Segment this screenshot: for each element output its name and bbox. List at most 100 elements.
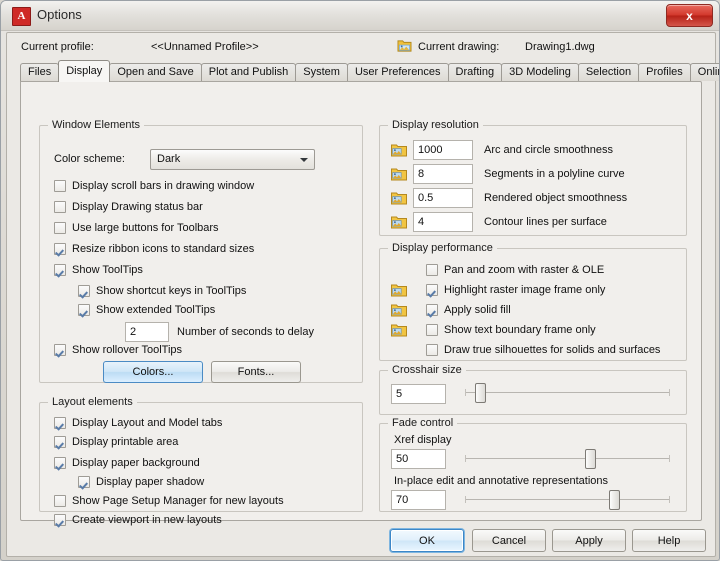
checkbox-box-icon	[426, 264, 438, 276]
xref-display-input[interactable]	[391, 449, 446, 469]
inplace-edit-slider[interactable]	[465, 490, 670, 510]
checkbox-label: Show shortcut keys in ToolTips	[96, 285, 247, 297]
input-segments-in-a-polyline-curve[interactable]	[413, 164, 473, 184]
group-layout-elements: Layout elements Display Layout and Model…	[39, 396, 363, 526]
color-scheme-label: Color scheme:	[54, 153, 125, 165]
checkbox-label: Show extended ToolTips	[96, 304, 216, 316]
checkbox-label: Pan and zoom with raster & OLE	[444, 264, 605, 276]
options-dialog: A Options x Current profile: <<Unnamed P…	[0, 0, 720, 561]
checkbox-box-icon	[54, 344, 66, 356]
checkbox-display-paper-background[interactable]: Display paper background	[54, 457, 200, 469]
tab-strip: Files Display Open and Save Plot and Publis…	[20, 60, 719, 82]
crosshair-size-input[interactable]	[391, 384, 446, 404]
checkbox-box-icon	[426, 284, 438, 296]
drawing-setting-icon	[391, 168, 407, 181]
checkbox-show-page-setup-manager-for-new-layouts[interactable]: Show Page Setup Manager for new layouts	[54, 495, 284, 507]
tooltip-delay-input[interactable]	[125, 322, 169, 342]
group-title-layout-elements: Layout elements	[48, 396, 137, 408]
checkbox-apply-solid-fill[interactable]: Apply solid fill	[426, 304, 511, 316]
checkbox-show-rollover-tooltips[interactable]: Show rollover ToolTips	[54, 344, 182, 356]
checkbox-box-icon	[54, 243, 66, 255]
tab-user-preferences[interactable]: User Preferences	[346, 63, 449, 81]
checkbox-box-icon	[426, 304, 438, 316]
tab-display[interactable]: Display	[58, 60, 111, 82]
current-profile-value: <<Unnamed Profile>>	[151, 41, 259, 53]
checkbox-box-icon	[54, 495, 66, 507]
inplace-edit-input[interactable]	[391, 490, 446, 510]
current-drawing-icon	[397, 40, 412, 52]
inplace-edit-label: In-place edit and annotative representat…	[394, 475, 609, 487]
checkbox-label: Show ToolTips	[72, 264, 143, 276]
checkbox-box-icon	[78, 476, 90, 488]
checkbox-label: Draw true silhouettes for solids and sur…	[444, 344, 661, 356]
checkbox-display-paper-shadow[interactable]: Display paper shadow	[78, 476, 204, 488]
color-scheme-select[interactable]: Dark	[150, 149, 315, 170]
colors-button[interactable]: Colors...	[103, 361, 203, 383]
checkbox-box-icon	[54, 264, 66, 276]
slider-thumb[interactable]	[608, 490, 620, 510]
checkbox-label: Resize ribbon icons to standard sizes	[72, 243, 255, 255]
tab-profiles[interactable]: Profiles	[638, 63, 691, 81]
checkbox-label: Display Layout and Model tabs	[72, 417, 223, 429]
close-icon[interactable]: x	[666, 4, 713, 27]
slider-thumb[interactable]	[474, 383, 486, 403]
fonts-button[interactable]: Fonts...	[211, 361, 301, 383]
crosshair-size-slider[interactable]	[465, 383, 670, 403]
checkbox-highlight-raster-image-frame-only[interactable]: Highlight raster image frame only	[426, 284, 605, 296]
tab-3d-modeling[interactable]: 3D Modeling	[501, 63, 579, 81]
xref-display-slider[interactable]	[465, 449, 670, 469]
tab-selection[interactable]: Selection	[577, 63, 640, 81]
label-segments-in-a-polyline-curve: Segments in a polyline curve	[484, 168, 625, 180]
checkbox-box-icon	[54, 417, 66, 429]
xref-display-label: Xref display	[394, 434, 452, 446]
slider-tick-right	[669, 455, 670, 462]
group-display-resolution: Display resolution Arc and circle smooth…	[379, 119, 687, 236]
apply-button[interactable]: Apply	[552, 529, 626, 552]
drawing-setting-icon	[391, 192, 407, 205]
checkbox-label: Show rollover ToolTips	[72, 344, 183, 356]
checkbox-label: Apply solid fill	[444, 304, 511, 316]
profile-row: Current profile: <<Unnamed Profile>> Cur…	[7, 33, 715, 60]
tooltip-delay-label: Number of seconds to delay	[177, 326, 314, 338]
input-rendered-object-smoothness[interactable]	[413, 188, 473, 208]
chevron-down-icon	[295, 151, 313, 168]
input-contour-lines-per-surface[interactable]	[413, 212, 473, 232]
tab-plot-and-publish[interactable]: Plot and Publish	[200, 63, 297, 81]
checkbox-pan-and-zoom-with-raster-ole[interactable]: Pan and zoom with raster & OLE	[426, 264, 604, 276]
checkbox-box-icon	[54, 436, 66, 448]
checkbox-label: Use large buttons for Toolbars	[72, 222, 219, 234]
tab-system[interactable]: System	[295, 63, 348, 81]
checkbox-box-icon	[54, 457, 66, 469]
slider-track	[465, 499, 670, 500]
checkbox-box-icon	[54, 180, 66, 192]
checkbox-show-tooltips[interactable]: Show ToolTips	[54, 264, 143, 276]
dialog-button-bar: OK Cancel Apply Help	[7, 525, 715, 556]
checkbox-show-text-boundary-frame-only[interactable]: Show text boundary frame only	[426, 324, 596, 336]
autocad-a-icon: A	[12, 7, 31, 26]
checkbox-display-layout-and-model-tabs[interactable]: Display Layout and Model tabs	[54, 417, 222, 429]
tab-open-and-save[interactable]: Open and Save	[109, 63, 202, 81]
tab-files[interactable]: Files	[20, 63, 60, 81]
tab-online[interactable]: Online	[689, 63, 719, 81]
input-arc-and-circle-smoothness[interactable]	[413, 140, 473, 160]
checkbox-display-scroll-bars-in-drawing-window[interactable]: Display scroll bars in drawing window	[54, 180, 254, 192]
slider-tick-left	[465, 496, 466, 503]
checkbox-label: Display paper background	[72, 457, 200, 469]
checkbox-use-large-buttons-for-toolbars[interactable]: Use large buttons for Toolbars	[54, 222, 219, 234]
cancel-button[interactable]: Cancel	[472, 529, 546, 552]
group-fade-control: Fade control Xref display In-place edit …	[379, 417, 687, 512]
help-button[interactable]: Help	[632, 529, 706, 552]
checkbox-display-drawing-status-bar[interactable]: Display Drawing status bar	[54, 201, 203, 213]
group-title-display-resolution: Display resolution	[388, 119, 483, 131]
tab-drafting[interactable]: Drafting	[447, 63, 503, 81]
checkbox-show-extended-tooltips[interactable]: Show extended ToolTips	[78, 304, 215, 316]
checkbox-label: Highlight raster image frame only	[444, 284, 606, 296]
slider-thumb[interactable]	[585, 449, 597, 469]
checkbox-box-icon	[78, 285, 90, 297]
checkbox-draw-true-silhouettes-for-solids-and-surfaces[interactable]: Draw true silhouettes for solids and sur…	[426, 344, 660, 356]
checkbox-display-printable-area[interactable]: Display printable area	[54, 436, 178, 448]
checkbox-show-shortcut-keys-in-tooltips[interactable]: Show shortcut keys in ToolTips	[78, 285, 246, 297]
ok-button[interactable]: OK	[390, 529, 464, 552]
checkbox-resize-ribbon-icons-to-standard-sizes[interactable]: Resize ribbon icons to standard sizes	[54, 243, 254, 255]
drawing-setting-icon	[391, 144, 407, 157]
